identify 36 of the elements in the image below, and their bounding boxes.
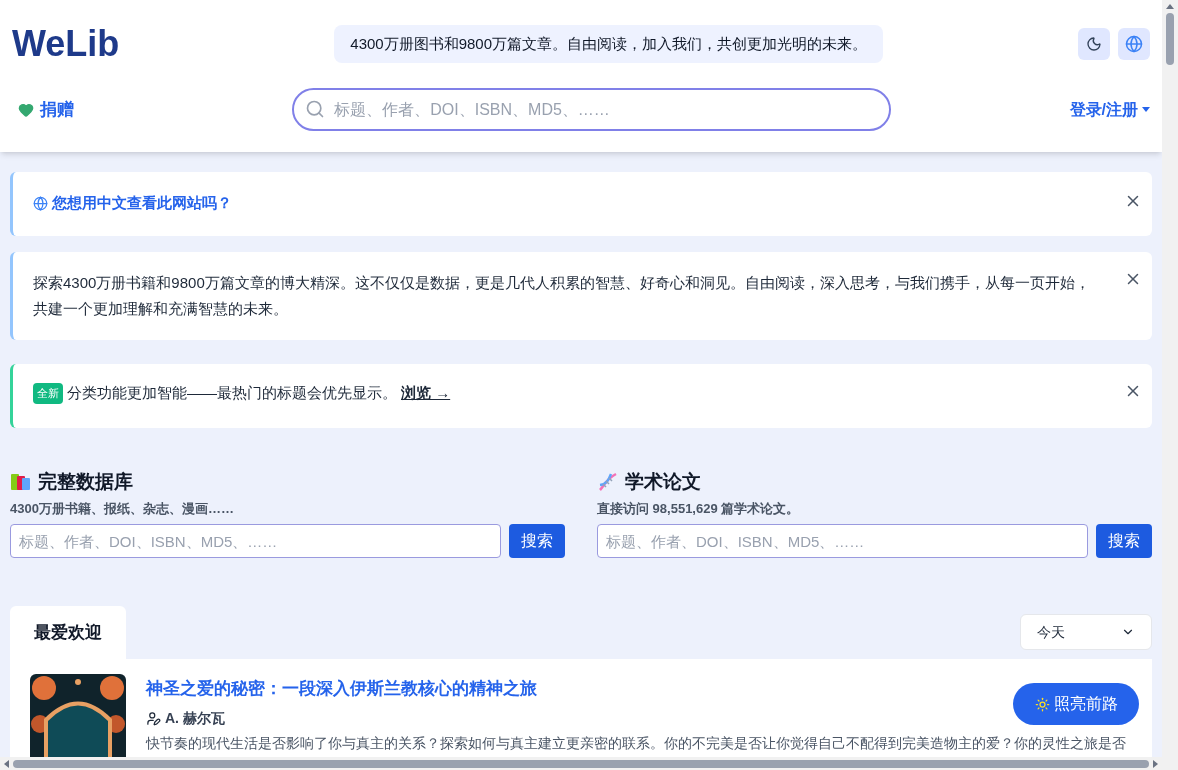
search-field[interactable]: 标题、作者、DOI、ISBN、MD5、…… [597,524,1088,558]
sun-icon [1034,696,1050,712]
logo[interactable]: WeLib [12,26,120,62]
book-title[interactable]: 神圣之爱的秘密：一段深入伊斯兰教核心的精神之旅 [146,676,537,702]
intro-text: 探索4300万册书籍和9800万篇文章的博大精深。这不仅仅是数据，更是几代人积累的智慧、好奇心和洞见。自由阅读，深入思考，与我们携手，从每一页开始，共建一个更加理解和充满智慧的未来。 [33,273,1091,319]
section-subtitle: 4300万册书籍、报纸、杂志、漫画…… [10,499,235,518]
language-prompt[interactable]: 您想用中文查看此网站吗？ [33,192,232,215]
book-description: 快节奏的现代生活是否影响了你与真主的关系？探索如何与真主建立更亲密的联系。你的不完美是否让你觉得自己不配得到完美造物主的爱？你的灵性之旅是否 [146,733,1126,753]
browse-link[interactable]: 浏览 → [401,382,451,405]
search-button[interactable]: 搜索 [1096,524,1152,558]
dark-mode-button[interactable] [1078,28,1110,60]
login-menu[interactable]: 登录/注册 [1069,97,1150,122]
search-field[interactable]: 标题、作者、DOI、ISBN、MD5、…… [292,88,892,131]
news-text: 分类功能更加智能——最热门的标题会优先显示。 [67,383,397,403]
books-icon [10,472,32,493]
period-select[interactable]: 今天 [1020,614,1152,650]
heart-icon [18,101,34,118]
announcement-banner: 4300万册图书和9800万篇文章。自由阅读，加入我们，共创更加光明的未来。 [334,24,884,64]
section-title: 学术论文 [625,470,701,494]
section-title: 完整数据库 [38,470,133,494]
vertical-scrollbar[interactable] [1166,13,1174,65]
language-button[interactable] [1118,28,1150,60]
new-badge: 全新 [33,383,63,404]
horizontal-scrollbar[interactable] [13,759,1149,768]
search-button[interactable]: 搜索 [509,524,565,558]
book-author: A. 赫尔瓦 [165,708,225,728]
floating-action-button[interactable]: 照亮前路 [1013,683,1139,725]
search-field[interactable]: 标题、作者、DOI、ISBN、MD5、…… [10,524,501,558]
donate-link[interactable]: 捐赠 [18,96,74,123]
tab[interactable]: 最爱欢迎 [10,606,126,659]
search-icon [305,99,326,119]
globe-icon [33,195,48,211]
moon-icon [1086,36,1102,52]
section-subtitle: 直接访问 98,551,629 篇学术论文。 [597,499,801,518]
author-icon [146,710,161,726]
globe-icon [1125,35,1143,53]
